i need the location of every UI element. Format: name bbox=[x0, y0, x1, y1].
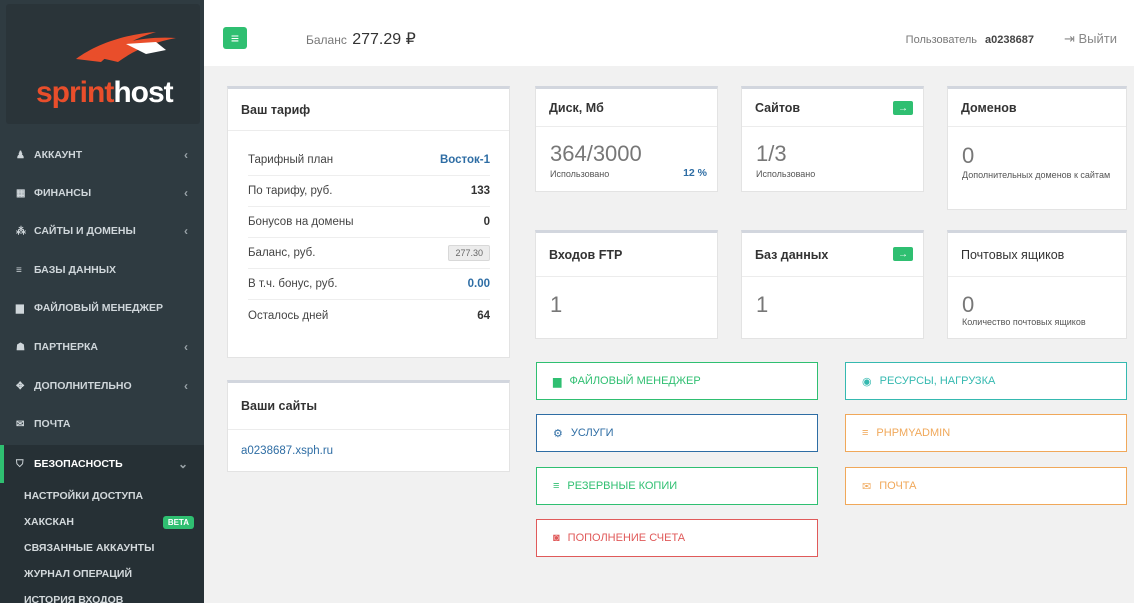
database-icon: ≡ bbox=[16, 264, 22, 276]
ftp-stat-box: Входов FTP 1 bbox=[535, 230, 718, 339]
db-stat-value: 1 bbox=[756, 292, 769, 317]
arrow-right-icon[interactable]: → bbox=[893, 247, 913, 261]
user-info: Пользователь a0238687 bbox=[905, 34, 1034, 46]
sidebar-subitem-access-settings[interactable]: Настройки доступа bbox=[0, 483, 204, 509]
sidebar-item-security[interactable]: ⛉ Безопасность ⌄ bbox=[0, 445, 204, 483]
sidebar-item-file-manager[interactable]: ▆ Файловый менеджер bbox=[0, 289, 204, 327]
calculator-icon: ▦ bbox=[16, 187, 26, 199]
mail-button[interactable]: ✉ Почта bbox=[845, 467, 1127, 505]
sidebar-subitem-hackscan[interactable]: Хакскан BETA bbox=[0, 509, 204, 535]
backups-button[interactable]: ≡ Резервные копии bbox=[536, 467, 818, 505]
chevron-left-icon: ‹ bbox=[184, 186, 188, 200]
users-icon: ☗ bbox=[16, 341, 25, 353]
ftp-stat-value: 1 bbox=[550, 292, 563, 317]
db-stat-header: Баз данных → bbox=[742, 233, 923, 277]
domains-stat-sub: Дополнительных доменов к сайтам bbox=[962, 170, 1111, 180]
db-stat-box: Баз данных → 1 bbox=[741, 230, 924, 339]
sidebar-item-databases[interactable]: ≡ Базы данных bbox=[0, 251, 204, 289]
sites-stat-value: 1/3 bbox=[756, 141, 787, 166]
tariff-row: В т.ч. бонус, руб. 0.00 bbox=[248, 269, 490, 300]
database-icon: ≡ bbox=[862, 427, 869, 439]
tariff-row: Тарифный план Восток-1 bbox=[248, 145, 490, 176]
sidebar: sprinthost ♟ Аккаунт ‹ ▦ Финансы ‹ ⁂ Сайты и … bbox=[0, 0, 204, 603]
logout-button[interactable]: ⇥ Выйти bbox=[1064, 31, 1117, 47]
topup-button[interactable]: ◙ Пополнение счета bbox=[536, 519, 818, 557]
envelope-icon: ✉ bbox=[16, 418, 25, 430]
tariff-title: Ваш тариф bbox=[228, 89, 509, 131]
sidebar-item-partners[interactable]: ☗ Партнерка ‹ bbox=[0, 328, 204, 366]
balance: Баланс 277.29 ₽ bbox=[306, 31, 416, 48]
sidebar-subitem-login-history[interactable]: История входов bbox=[0, 587, 204, 603]
mail-stat-title: Почтовых ящиков bbox=[948, 233, 1126, 277]
arrow-right-icon[interactable]: → bbox=[893, 101, 913, 115]
chevron-left-icon: ‹ bbox=[184, 379, 188, 393]
resources-button[interactable]: ◉ Ресурсы, нагрузка bbox=[845, 362, 1127, 400]
domains-stat-value: 0 bbox=[962, 143, 975, 168]
sidebar-item-account[interactable]: ♟ Аккаунт ‹ bbox=[0, 136, 204, 174]
shield-icon: ⛉ bbox=[16, 458, 24, 470]
money-icon: ◙ bbox=[553, 532, 560, 544]
file-manager-button[interactable]: ▆ Файловый менеджер bbox=[536, 362, 818, 400]
sites-stat-sub: Использовано bbox=[756, 169, 816, 179]
file-icon: ▆ bbox=[553, 375, 562, 388]
logo-swoosh-icon bbox=[76, 32, 176, 62]
disk-stat-percent: 12 % bbox=[683, 167, 707, 179]
menu-toggle-button[interactable]: ≡ bbox=[223, 27, 247, 49]
tariff-row: Осталось дней 64 bbox=[248, 309, 490, 322]
sidebar-item-additional[interactable]: ✥ Дополнительно ‹ bbox=[0, 367, 204, 405]
chevron-down-icon: ⌄ bbox=[177, 457, 188, 471]
beta-badge: BETA bbox=[162, 515, 194, 529]
disk-stat-box: Диск, Мб 364/3000 Использовано 12 % bbox=[535, 86, 718, 192]
sidebar-item-sites-domains[interactable]: ⁂ Сайты и домены ‹ bbox=[0, 212, 204, 250]
cogs-icon: ⚙ bbox=[553, 427, 563, 440]
mail-stat-value: 0 bbox=[962, 292, 975, 317]
disk-stat-sub: Использовано bbox=[550, 169, 610, 179]
database-icon: ≡ bbox=[553, 480, 560, 492]
tariff-row: Баланс, руб. 277.30 bbox=[248, 238, 490, 269]
phpmyadmin-button[interactable]: ≡ phpMyAdmin bbox=[845, 414, 1127, 452]
sign-out-icon: ⇥ bbox=[1063, 31, 1075, 46]
chevron-left-icon: ‹ bbox=[184, 340, 188, 354]
tariff-row: По тарифу, руб. 133 bbox=[248, 176, 490, 207]
chevron-left-icon: ‹ bbox=[184, 224, 188, 238]
domains-stat-box: Доменов 0 Дополнительных доменов к сайта… bbox=[947, 86, 1127, 210]
tariff-row: Бонусов на домены 0 bbox=[248, 207, 490, 238]
hamburger-icon: ≡ bbox=[230, 30, 240, 46]
envelope-icon: ✉ bbox=[862, 480, 872, 493]
sites-stat-box: Сайтов → 1/3 Использовано bbox=[741, 86, 924, 192]
logo-text: sprinthost bbox=[36, 76, 174, 109]
balance-value: 277.29 ₽ bbox=[352, 31, 416, 48]
logo[interactable]: sprinthost bbox=[6, 4, 200, 124]
domains-stat-title: Доменов bbox=[948, 89, 1126, 127]
topbar: ≡ Баланс 277.29 ₽ Пользователь a0238687 ⇥… bbox=[204, 0, 1134, 66]
ftp-stat-title: Входов FTP bbox=[536, 233, 717, 277]
file-icon: ▆ bbox=[16, 302, 24, 314]
user-icon: ♟ bbox=[16, 149, 25, 161]
mail-stat-sub: Количество почтовых ящиков bbox=[962, 317, 1086, 327]
sitemap-icon: ⁂ bbox=[16, 225, 26, 237]
sidebar-item-finance[interactable]: ▦ Финансы ‹ bbox=[0, 174, 204, 212]
cubes-icon: ✥ bbox=[16, 380, 25, 392]
sites-box: Ваши сайты a0238687.xsph.ru bbox=[227, 380, 510, 472]
sites-title: Ваши сайты bbox=[228, 383, 509, 430]
username: a0238687 bbox=[985, 34, 1034, 46]
sidebar-subitem-linked-accounts[interactable]: Связанные аккаунты bbox=[0, 535, 204, 561]
chevron-left-icon: ‹ bbox=[184, 148, 188, 162]
disk-stat-title: Диск, Мб bbox=[536, 89, 717, 127]
tariff-box: Ваш тариф Тарифный план Восток-1 По тариф… bbox=[227, 86, 510, 358]
dashboard-icon: ◉ bbox=[862, 375, 872, 388]
mail-stat-box: Почтовых ящиков 0 Количество почтовых ящ… bbox=[947, 230, 1127, 339]
sites-stat-header: Сайтов → bbox=[742, 89, 923, 127]
sidebar-subitem-operation-log[interactable]: Журнал операций bbox=[0, 561, 204, 587]
disk-stat-value: 364/3000 bbox=[550, 141, 642, 166]
services-button[interactable]: ⚙ Услуги bbox=[536, 414, 818, 452]
site-link[interactable]: a0238687.xsph.ru bbox=[241, 445, 333, 457]
sidebar-item-mail[interactable]: ✉ Почта bbox=[0, 405, 204, 443]
